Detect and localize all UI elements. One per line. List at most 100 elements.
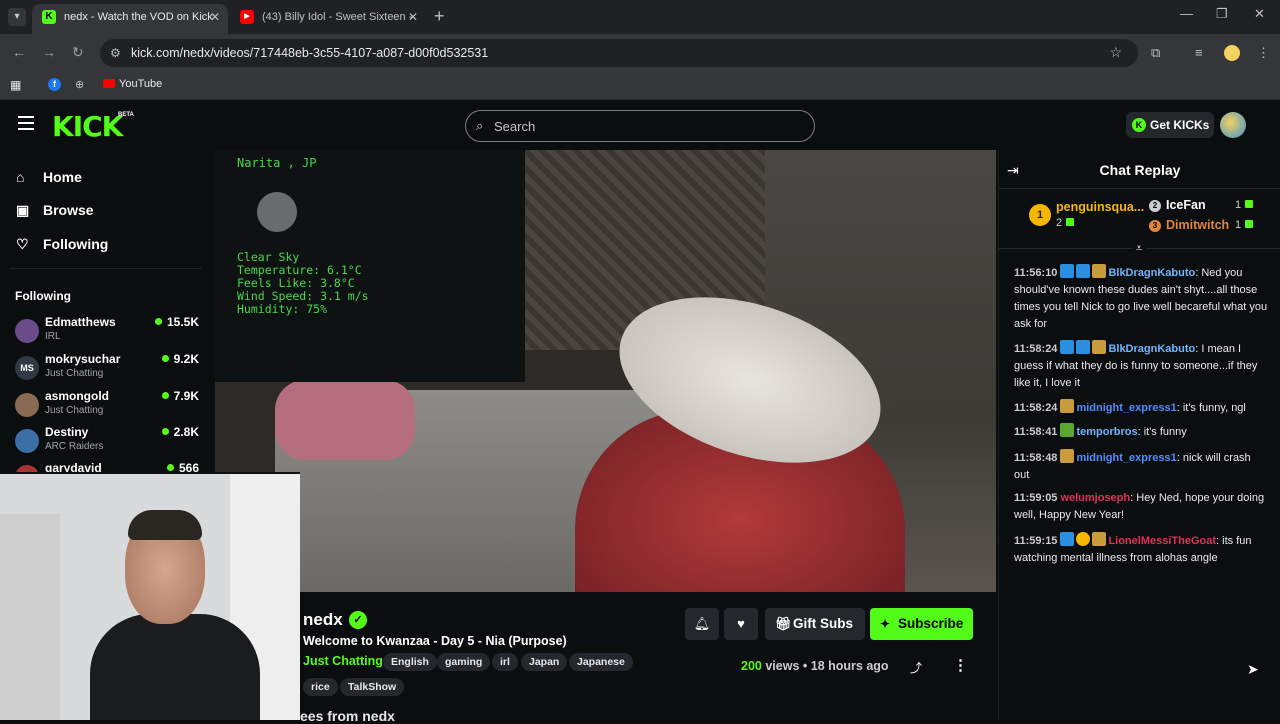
video-scene [275, 380, 415, 460]
leaderboard-name[interactable]: Dimitwitch [1166, 218, 1229, 232]
chat-username[interactable]: midnight_express1 [1076, 452, 1176, 464]
url-text[interactable]: kick.com/nedx/videos/717448eb-3c55-4107-… [131, 46, 488, 60]
weather-line: Temperature: 6.1°C [237, 263, 362, 277]
subscribe-label: Subscribe [898, 616, 964, 631]
search-input[interactable] [494, 115, 794, 137]
channel-name: Edmatthews [45, 315, 116, 329]
kick-top-nav: KICK BETA ⌕ K Get KICKs [0, 100, 1280, 150]
sidebar-item-label: Following [43, 236, 109, 252]
badge-icon [1060, 532, 1075, 546]
minimize-icon[interactable]: — [1180, 6, 1193, 21]
bookmark-youtube[interactable]: YouTube [103, 78, 162, 90]
view-count-label: views [765, 659, 800, 673]
avatar [15, 393, 39, 417]
weather-overlay: Narita , JP Clear Sky Temperature: 6.1°C… [215, 150, 525, 382]
tab-youtube[interactable]: ▶ (43) Billy Idol - Sweet Sixteen - ✕ [230, 4, 426, 34]
tag[interactable]: English [383, 653, 437, 671]
back-icon[interactable]: ← [12, 44, 26, 60]
menu-icon[interactable] [18, 116, 34, 130]
notification-bell-button[interactable]: 🔔︎ [685, 608, 719, 640]
apps-grid-icon[interactable]: ▦ [10, 78, 21, 92]
sidebar-item-home[interactable]: ⌂ Home [16, 169, 82, 191]
profile-avatar-icon[interactable] [1224, 45, 1240, 61]
avatar [15, 319, 39, 343]
bookmark-label: YouTube [119, 78, 163, 90]
tag[interactable]: Japanese [569, 653, 633, 671]
search-icon: ⌕ [476, 118, 484, 133]
timestamp: 11:59:05 [1014, 492, 1058, 504]
followed-channel[interactable]: Destiny ARC Raiders 2.8K [15, 425, 205, 461]
category-link[interactable]: Just Chatting [303, 654, 383, 668]
chat-username[interactable]: BlkDragnKabuto [1108, 343, 1195, 355]
viewer-count: 9.2K [162, 352, 199, 366]
facebook-icon[interactable]: f [48, 78, 61, 91]
media-control-icon[interactable]: ≡ [1195, 45, 1203, 60]
separator: • [802, 659, 811, 673]
sidebar-item-browse[interactable]: ▣ Browse [16, 202, 94, 224]
subscribe-button[interactable]: ✦ Subscribe [870, 608, 973, 640]
new-tab-icon[interactable]: + [434, 6, 445, 27]
more-options-icon[interactable]: ⋮ [953, 656, 968, 674]
leaderboard-name[interactable]: IceFan [1166, 198, 1206, 212]
chat-username[interactable]: LionelMessiTheGoat [1108, 535, 1216, 547]
badge-icon [1060, 423, 1075, 437]
globe-icon[interactable]: ⊕ [75, 78, 84, 91]
sidebar-divider [10, 268, 202, 269]
extensions-icon[interactable]: ⧉ [1151, 45, 1160, 61]
tab-kick[interactable]: Knedx - Watch the VOD on Kick ✕ [32, 4, 228, 34]
filter-icon[interactable]: ⩡ [1132, 241, 1146, 255]
divider [999, 188, 1280, 189]
site-info-icon[interactable]: ⚙ [110, 46, 121, 60]
close-tab-icon[interactable]: ✕ [408, 4, 418, 30]
avatar [15, 429, 39, 453]
streamer-name[interactable]: nedx [303, 610, 343, 630]
chat-username[interactable]: welumjoseph [1060, 492, 1130, 504]
share-icon[interactable]: ⤴ [910, 659, 922, 676]
viewer-count: 2.8K [162, 425, 199, 439]
timestamp: 11:58:48 [1014, 452, 1058, 464]
badge-icon [1092, 340, 1107, 354]
tab-title: nedx - Watch the VOD on Kick [64, 11, 213, 23]
kick-logo[interactable]: KICK [52, 110, 123, 143]
followed-channel[interactable]: Edmatthews IRL 15.5K [15, 315, 205, 351]
webcam-scene [128, 510, 202, 540]
reload-icon[interactable]: ↻ [72, 44, 84, 61]
video-player[interactable]: Narita , JP Clear Sky Temperature: 6.1°C… [215, 150, 996, 592]
tab-search-icon[interactable]: ▾ [8, 8, 26, 26]
channel-category: Just Chatting [45, 368, 104, 379]
vod-age: 18 hours ago [810, 659, 889, 673]
leaderboard-name[interactable]: penguinsqua... [1056, 200, 1144, 214]
badge-icon [1076, 532, 1091, 546]
followed-channel[interactable]: MS mokrysuchar Just Chatting 9.2K [15, 352, 205, 388]
maximize-icon[interactable]: ❐ [1216, 6, 1228, 22]
chat-username[interactable]: temporbros [1076, 426, 1137, 438]
tag[interactable]: rice [303, 678, 338, 696]
channel-category: IRL [45, 331, 61, 342]
chat-username[interactable]: midnight_express1 [1076, 402, 1176, 414]
search-box[interactable]: ⌕ [465, 110, 815, 142]
follow-heart-button[interactable]: ♥ [724, 608, 758, 640]
chat-message: 11:58:41 temporbros: it's funny [1014, 423, 1269, 441]
gift-subs-button[interactable]: 🎁︎ Gift Subs [765, 608, 865, 640]
chat-panel: ⇥ Chat Replay 1 penguinsqua... 2 2 IceFa… [998, 150, 1280, 720]
tag[interactable]: irl [492, 653, 518, 671]
followed-channel[interactable]: asmongold Just Chatting 7.9K [15, 389, 205, 425]
chat-username[interactable]: BlkDragnKabuto [1108, 267, 1195, 279]
vod-title: Welcome to Kwanzaa - Day 5 - Nia (Purpos… [303, 634, 567, 648]
tab-title: (43) Billy Idol - Sweet Sixteen - [262, 11, 413, 23]
close-tab-icon[interactable]: ✕ [210, 4, 220, 30]
kick-favicon-icon: K [42, 10, 56, 25]
url-field[interactable]: ⚙ kick.com/nedx/videos/717448eb-3c55-410… [100, 39, 1138, 67]
user-avatar[interactable] [1220, 112, 1246, 138]
bookmark-star-icon[interactable]: ☆ [1109, 44, 1122, 61]
youtube-icon [103, 79, 115, 88]
browser-menu-icon[interactable]: ⋮ [1257, 45, 1270, 61]
tag[interactable]: Japan [521, 653, 568, 671]
sidebar-item-following[interactable]: ♡ Following [16, 236, 108, 258]
badge-icon [1060, 264, 1075, 278]
get-kicks-button[interactable]: K Get KICKs [1126, 112, 1214, 138]
close-window-icon[interactable]: ✕ [1254, 6, 1265, 22]
tag[interactable]: TalkShow [340, 678, 405, 696]
forward-icon[interactable]: → [42, 44, 56, 60]
tag[interactable]: gaming [437, 653, 491, 671]
